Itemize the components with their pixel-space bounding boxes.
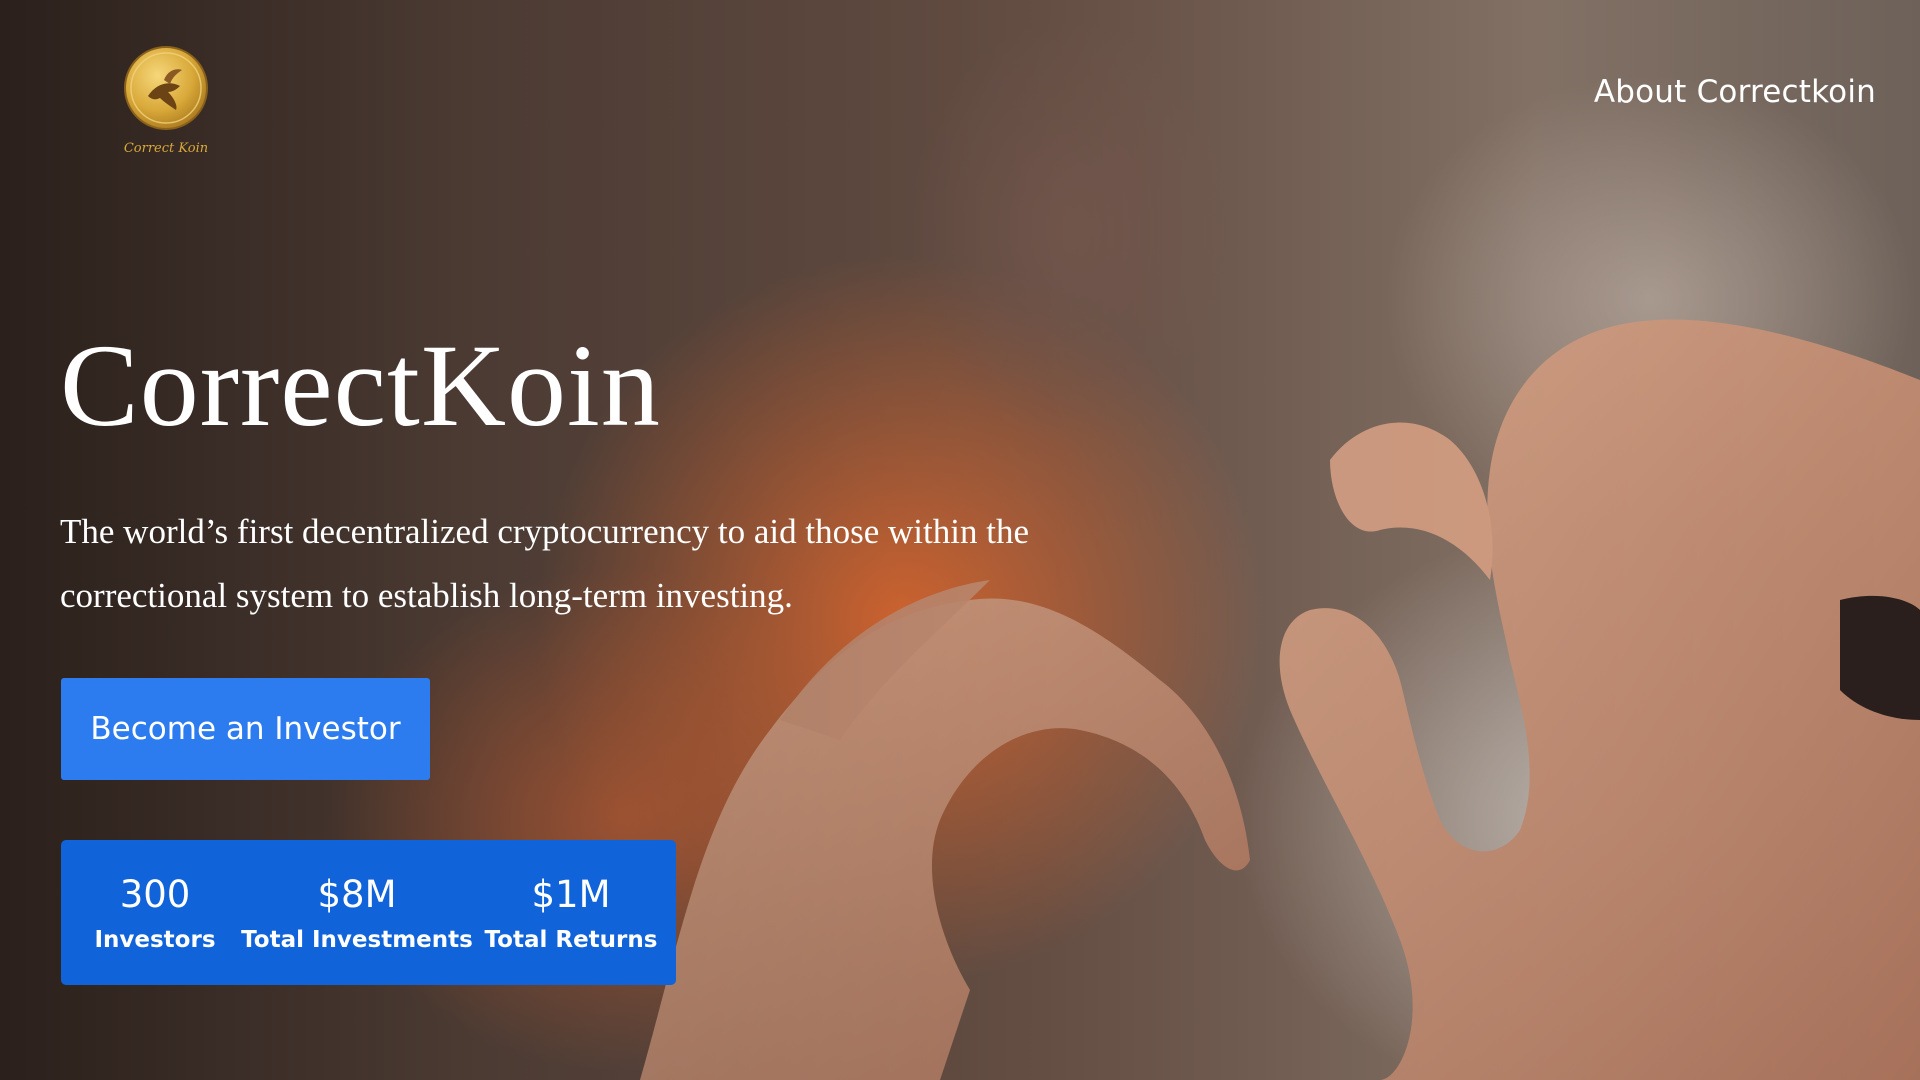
page-title: CorrectKoin (60, 320, 661, 451)
stats-panel: 300 Investors $8M Total Investments $1M … (61, 840, 676, 985)
stat-total-returns: $1M Total Returns (473, 873, 669, 953)
stat-value: 300 (119, 872, 191, 916)
stat-label: Total Investments (241, 926, 473, 953)
stat-label: Total Returns (484, 926, 658, 953)
logo[interactable]: Correct Koin (118, 40, 214, 160)
logo-script-text: Correct Koin (124, 141, 208, 156)
stat-value: $1M (531, 872, 611, 916)
stat-total-investments: $8M Total Investments (241, 873, 473, 953)
nav-about-link[interactable]: About Correctkoin (1594, 74, 1876, 110)
become-investor-button[interactable]: Become an Investor (61, 678, 430, 780)
tagline: The world’s first decentralized cryptocu… (60, 512, 1029, 615)
stat-label: Investors (94, 926, 216, 953)
stat-value: $8M (317, 872, 397, 916)
stat-investors: 300 Investors (69, 873, 241, 953)
